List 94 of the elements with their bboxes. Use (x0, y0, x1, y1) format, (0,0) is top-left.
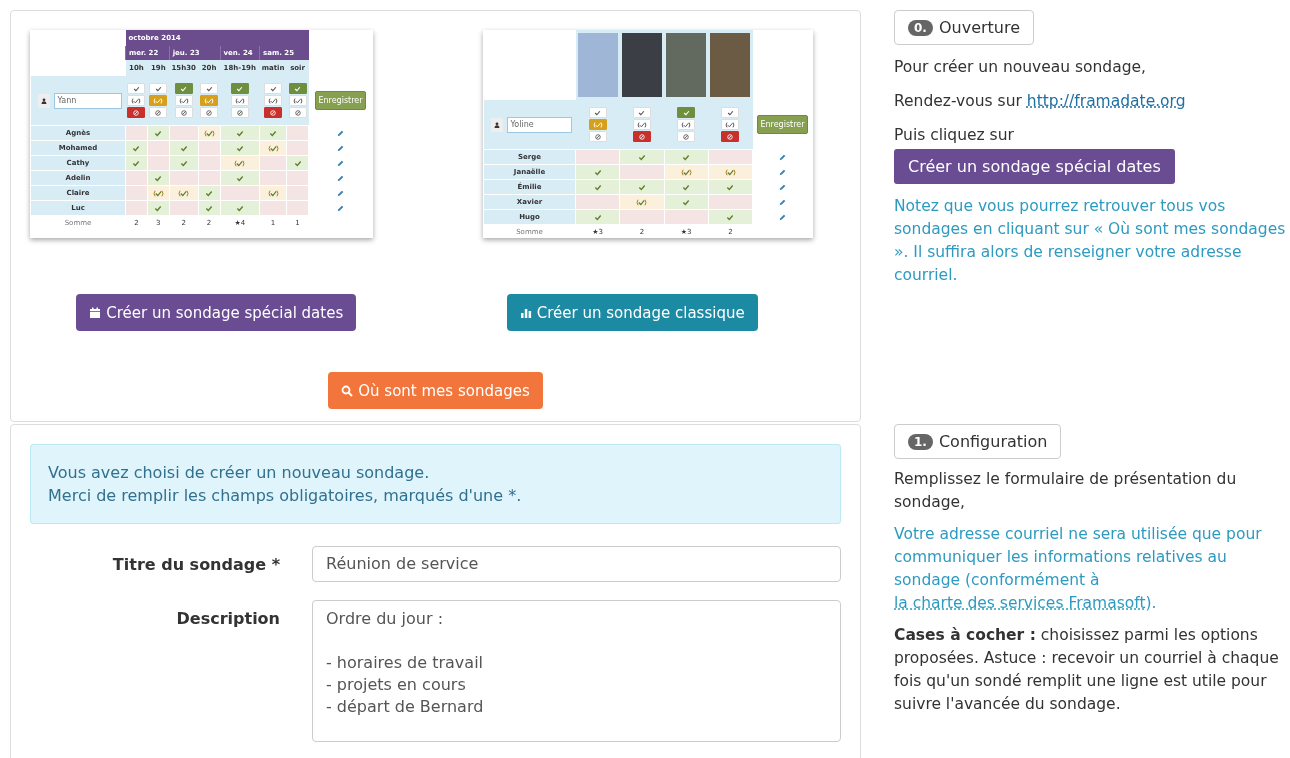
check-icon (269, 129, 278, 137)
step-title: Configuration (938, 432, 1048, 451)
no-entry-icon (155, 109, 162, 116)
check-icon (154, 85, 162, 92)
no-entry-icon (270, 109, 277, 116)
guide-note: Notez que vous pourrez retrouver tous vos sondages en cliquant sur « Où sont mes sondages ». Il suffira alors de renseigner votre adresse courriel. (894, 196, 1287, 286)
check-in-parentheses-icon (680, 168, 692, 176)
guide-text: Rendez-vous sur http://framadate.org (894, 91, 1187, 112)
check-icon (637, 183, 646, 191)
check-in-parentheses-icon (267, 144, 279, 152)
step-number: 0. (908, 19, 933, 36)
charter-link[interactable]: la charte des services Framasoft (894, 594, 1146, 612)
no-option[interactable] (721, 131, 740, 142)
check-in-parentheses-icon (204, 97, 215, 104)
yes-option[interactable] (288, 83, 307, 94)
no-entry-icon (294, 109, 301, 116)
poster-placeholder (666, 33, 707, 97)
no-entry-icon (683, 133, 690, 140)
check-in-parentheses-icon (725, 121, 736, 128)
check-icon (235, 204, 244, 212)
check-in-parentheses-icon (234, 97, 245, 104)
search-icon (341, 384, 354, 397)
create-poll-button[interactable]: Créer un sondage spécial dates (76, 294, 357, 331)
check-in-parentheses-icon (592, 121, 603, 128)
check-in-parentheses-icon (203, 129, 215, 137)
check-icon (154, 204, 163, 212)
check-in-parentheses-icon (178, 189, 190, 197)
check-in-parentheses-icon (636, 121, 647, 128)
yes-option[interactable] (174, 83, 193, 94)
no-entry-icon (638, 133, 645, 140)
alert-text: Vous avez choisi de créer un nouveau sondage. (48, 462, 431, 484)
check-in-parentheses-icon (234, 159, 246, 167)
no-option[interactable] (632, 131, 651, 142)
check-icon (726, 183, 735, 191)
guide-text: Cases à cocher : choisissez parmi les options proposées. Astuce : recevoir un courriel à chaque fois qu'un sondé remplit une ligne est utile pour suivre l'avancée du sondage. (894, 625, 1280, 715)
check-icon (726, 213, 735, 221)
poster-placeholder (621, 33, 662, 97)
no-option[interactable] (264, 107, 283, 118)
check-icon (726, 109, 734, 116)
yes-option[interactable] (677, 107, 696, 118)
check-in-parentheses-icon (268, 97, 279, 104)
no-option[interactable] (127, 107, 146, 118)
check-icon (154, 129, 163, 137)
check-in-parentheses-icon (153, 97, 164, 104)
check-in-parentheses-icon (724, 168, 736, 176)
no-entry-icon (180, 109, 187, 116)
check-icon (638, 109, 646, 116)
guide-text: Puis cliquez sur (894, 125, 1015, 146)
check-icon (154, 174, 163, 182)
guide-text: Pour créer un nouveau sondage, (894, 57, 1147, 78)
user-icon (40, 97, 47, 104)
check-icon (205, 85, 213, 92)
site-link[interactable]: http://framadate.org (1026, 92, 1186, 110)
yes-option[interactable] (230, 83, 249, 94)
step-number: 1. (908, 433, 933, 450)
no-entry-icon (236, 109, 243, 116)
no-entry-icon (727, 133, 734, 140)
check-icon (294, 85, 302, 92)
check-icon (637, 153, 646, 161)
check-in-parentheses-icon (131, 97, 142, 104)
poster-placeholder (710, 33, 751, 97)
alert-text: Merci de remplir les champs obligatoires, marqués d'une *. (48, 485, 523, 507)
check-icon (594, 109, 602, 116)
check-in-parentheses-icon (152, 189, 164, 197)
check-icon (235, 174, 244, 182)
check-in-parentheses-icon (681, 121, 692, 128)
no-entry-icon (206, 109, 213, 116)
check-in-parentheses-icon (636, 198, 648, 206)
poster-placeholder (577, 33, 618, 97)
check-icon (293, 159, 302, 167)
check-icon (236, 85, 244, 92)
no-entry-icon (594, 133, 601, 140)
bar-chart-icon (519, 306, 532, 319)
field-label: Description (175, 608, 280, 628)
create-poll-button[interactable]: Créer un sondage classique (506, 294, 758, 331)
check-icon (180, 85, 188, 92)
check-icon (593, 213, 602, 221)
user-icon (493, 121, 500, 128)
guide-text: Remplissez le formulaire de présentation du sondage, (894, 469, 1238, 513)
check-icon (682, 153, 691, 161)
check-icon (682, 109, 690, 116)
step-title: Ouverture (938, 18, 1021, 37)
check-in-parentheses-icon (267, 189, 279, 197)
title-field[interactable]: Réunion de service (312, 546, 841, 582)
guide-note: Votre adresse courriel ne sera utilisée que pour communiquer les informations relatives au sondage (conformément à la charte des services Framasoft). (894, 524, 1263, 614)
check-in-parentheses-icon (292, 97, 303, 104)
check-icon (132, 85, 140, 92)
field-label: Titre du sondage * (111, 554, 280, 574)
description-field[interactable]: Ordre du jour : - horaires de travail - projets en cours - départ de Bernard (312, 600, 841, 742)
check-icon (269, 85, 277, 92)
check-in-parentheses-icon (178, 97, 189, 104)
calendar-icon (89, 306, 102, 319)
no-entry-icon (133, 109, 140, 116)
create-poll-button[interactable]: Créer un sondage spécial dates (894, 149, 1175, 184)
